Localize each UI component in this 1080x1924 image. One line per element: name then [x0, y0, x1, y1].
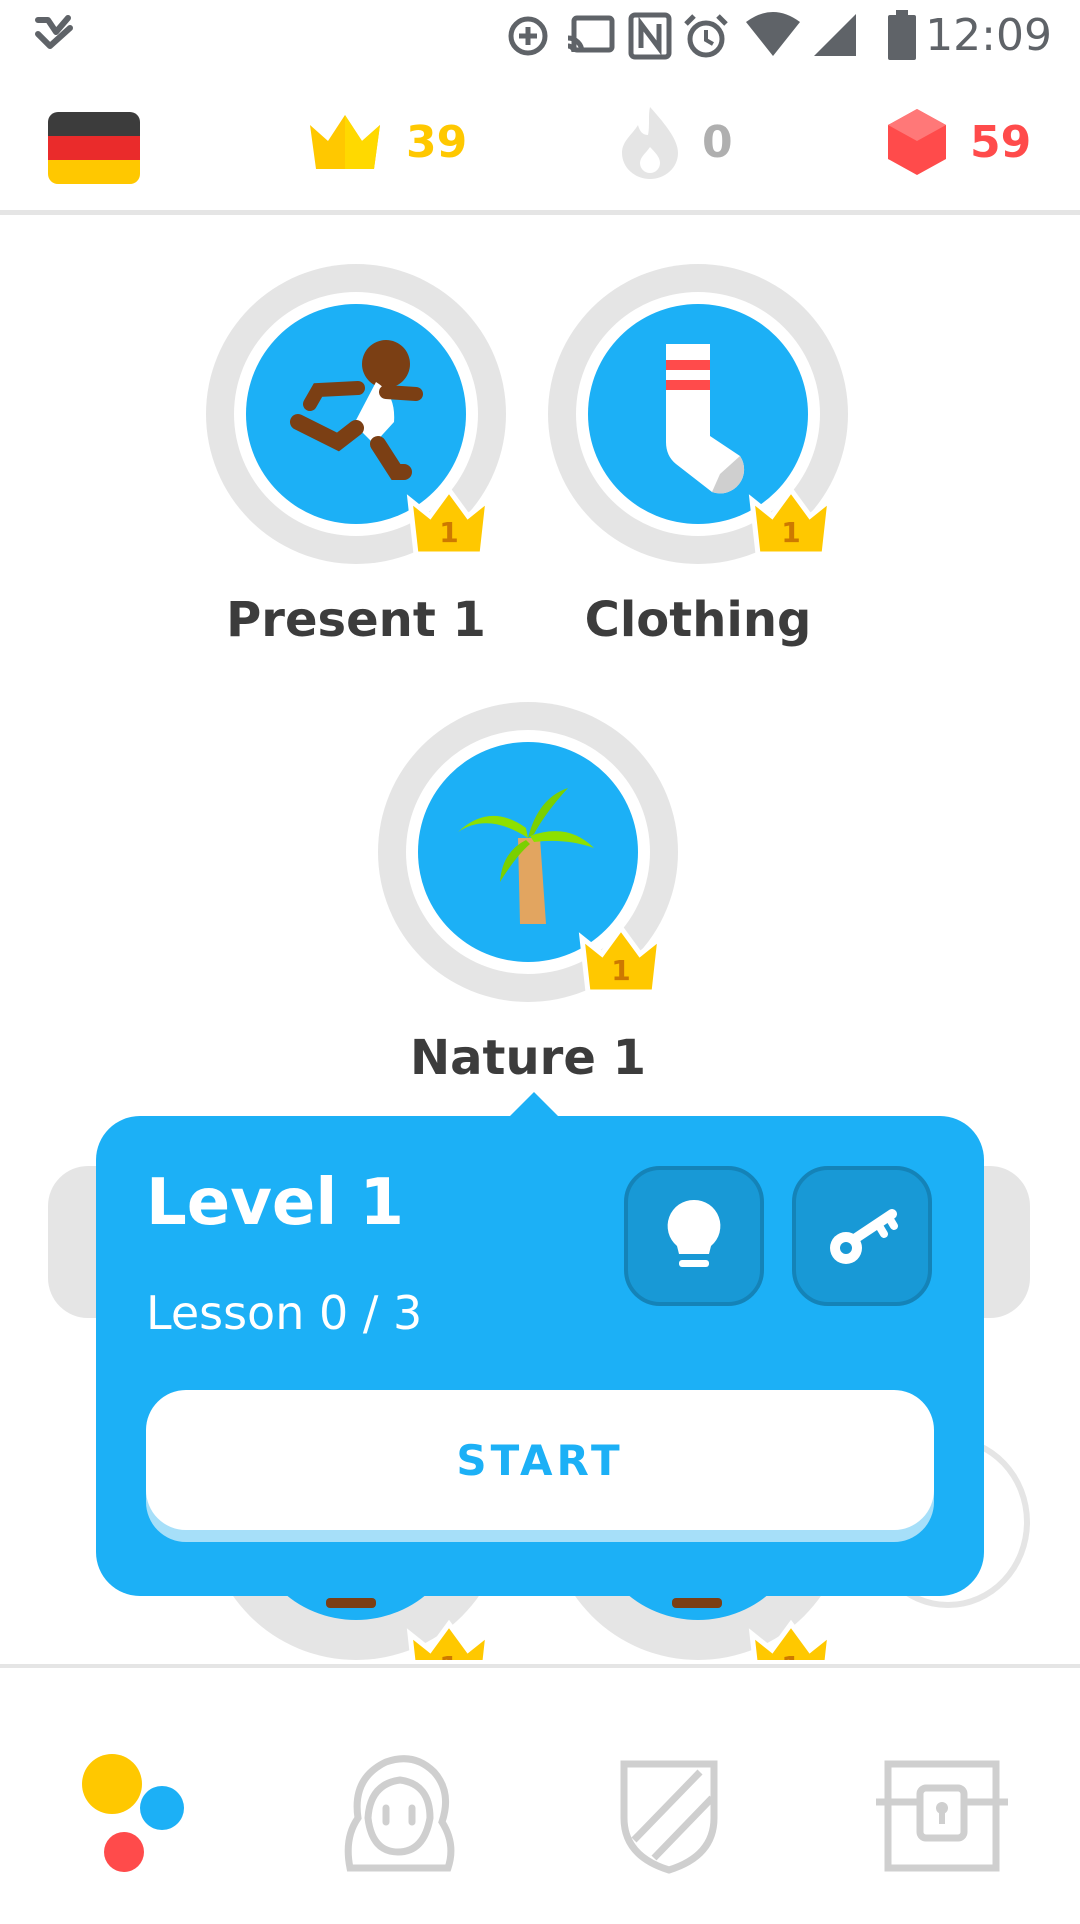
battery-icon — [888, 10, 916, 60]
data-saver-icon — [508, 16, 548, 56]
level-title: Level 1 — [146, 1166, 405, 1240]
crown-badge-icon: 1 — [406, 1620, 492, 1660]
alarm-icon — [684, 14, 728, 58]
skill-label: Present 1 — [226, 592, 486, 648]
flame-icon — [622, 107, 678, 179]
cast-icon — [567, 15, 615, 53]
status-bar: 12:09 — [0, 0, 1080, 72]
gems-count: 59 — [970, 116, 1032, 168]
streak-counter[interactable]: 0 — [620, 102, 733, 182]
key-icon — [830, 1209, 898, 1264]
skill-label: Clothing — [584, 592, 812, 648]
shop-chest-icon[interactable] — [872, 1748, 1012, 1878]
check-notification-icon — [35, 15, 73, 49]
bottom-nav — [0, 1664, 1080, 1924]
svg-text:1: 1 — [439, 1650, 458, 1660]
crown-level: 1 — [611, 954, 630, 987]
level-popup: Level 1 Lesson 0 / 3 START — [96, 1092, 984, 1596]
crown-badge-icon: 1 — [748, 1620, 834, 1660]
crown-badge-icon: 1 — [748, 486, 834, 557]
learn-icon[interactable] — [74, 1746, 204, 1876]
top-bar: 39 0 59 — [0, 72, 1080, 215]
popup-caret — [508, 1092, 560, 1118]
crown-badge-icon: 1 — [578, 924, 664, 995]
start-button[interactable]: START — [146, 1390, 934, 1530]
crowns-counter[interactable]: 39 — [306, 102, 467, 182]
nfc-icon — [628, 12, 672, 60]
profile-icon[interactable] — [334, 1748, 464, 1878]
germany-flag-icon[interactable] — [48, 108, 140, 188]
lesson-progress: Lesson 0 / 3 — [146, 1286, 423, 1340]
skill-label: Nature 1 — [409, 1030, 646, 1086]
streak-count: 0 — [702, 116, 733, 168]
svg-text:1: 1 — [781, 1650, 800, 1660]
signal-icon — [814, 14, 856, 56]
test-out-button[interactable] — [792, 1166, 932, 1306]
gem-icon — [888, 109, 946, 175]
crown-level: 1 — [781, 516, 800, 549]
leagues-shield-icon[interactable] — [604, 1748, 734, 1878]
crowns-count: 39 — [406, 116, 468, 168]
crown-level: 1 — [439, 516, 458, 549]
lightbulb-icon — [667, 1199, 721, 1267]
crown-badge-icon: 1 — [406, 486, 492, 557]
crown-icon — [310, 115, 380, 169]
wifi-icon — [746, 12, 800, 56]
clock-time: 12:09 — [925, 10, 1052, 61]
tips-button[interactable] — [624, 1166, 764, 1306]
gems-counter[interactable]: 59 — [886, 102, 1031, 182]
